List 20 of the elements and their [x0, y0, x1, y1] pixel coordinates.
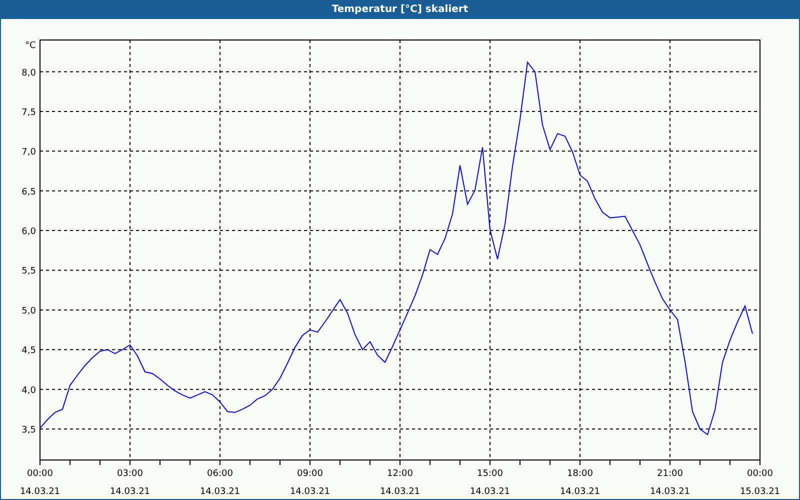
- x-tick-label: 12:00 14.03.21: [380, 469, 420, 497]
- y-tick-label: 7,0: [22, 148, 36, 158]
- x-tick-label: 21:00 14.03.21: [650, 469, 690, 497]
- y-tick-label: 7,5: [22, 108, 36, 118]
- x-tick-label: 00:00 14.03.21: [20, 469, 60, 497]
- x-tick-label: 18:00 14.03.21: [560, 469, 600, 497]
- y-tick-label: 4,0: [22, 386, 36, 396]
- y-tick-label: 8,0: [22, 68, 36, 78]
- x-tick-label: 03:00 14.03.21: [110, 469, 150, 497]
- x-tick-label: 06:00 14.03.21: [200, 469, 240, 497]
- x-tick-label: 00:00 15.03.21: [740, 469, 780, 497]
- y-axis-unit: °C: [25, 41, 36, 51]
- y-tick-label: 4,5: [22, 346, 36, 356]
- y-tick-label: 5,0: [22, 306, 36, 316]
- y-tick-label: 5,5: [22, 266, 36, 277]
- x-tick-label: 09:00 14.03.21: [290, 469, 330, 497]
- y-tick-label: 6,5: [22, 187, 36, 198]
- y-tick-label: 3,5: [22, 426, 36, 436]
- x-tick-label: 15:00 14.03.21: [470, 469, 510, 497]
- y-tick-label: 6,0: [22, 227, 36, 238]
